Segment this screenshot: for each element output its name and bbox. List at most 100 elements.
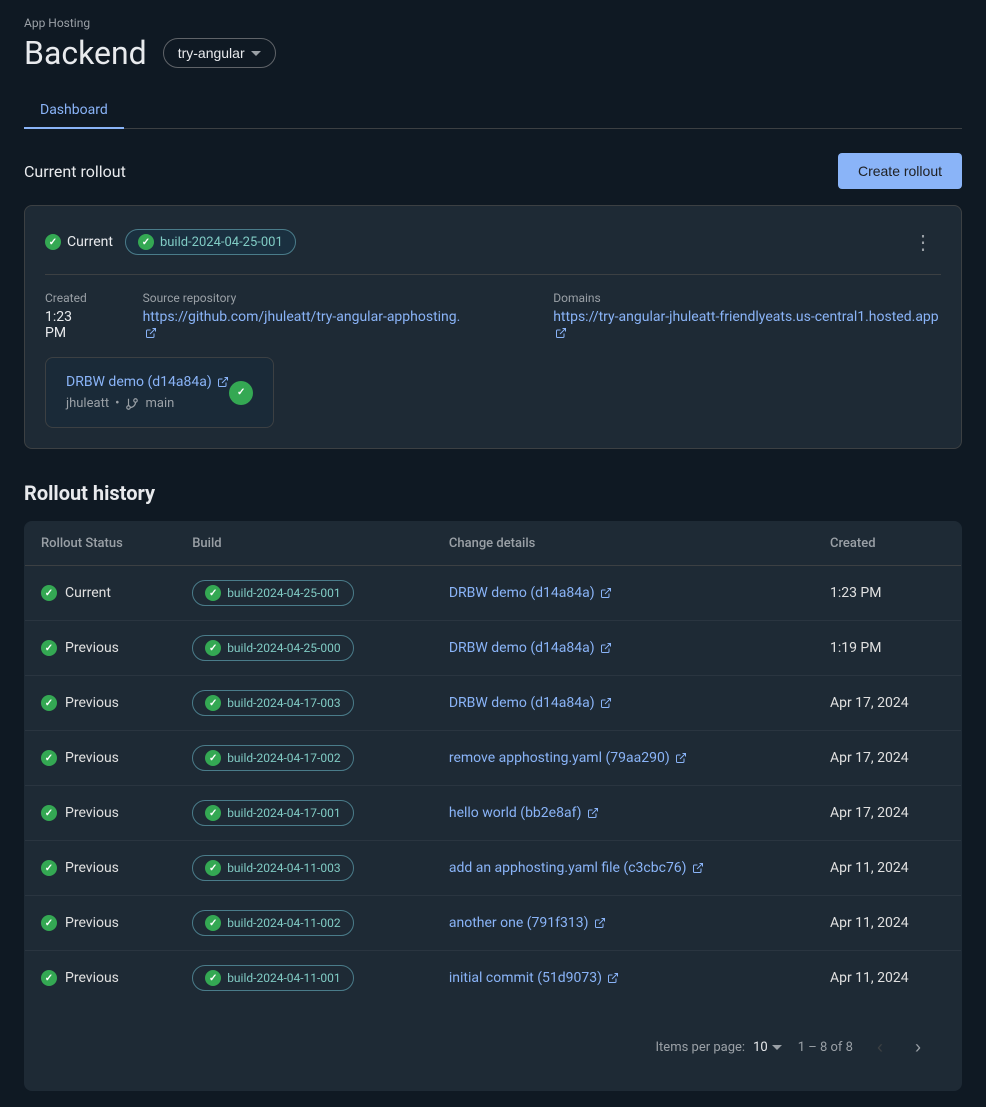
row-status-icon bbox=[41, 640, 57, 656]
commit-link[interactable]: DRBW demo (d14a84a) bbox=[66, 374, 212, 390]
row-build-id: build-2024-04-17-003 bbox=[227, 696, 340, 710]
table-row: Previous build-2024-04-17-002 remove app… bbox=[25, 731, 962, 786]
rollout-status-label: Current bbox=[67, 234, 113, 250]
row-build-pill[interactable]: build-2024-04-17-002 bbox=[192, 745, 353, 771]
row-status-cell: Previous bbox=[41, 640, 160, 656]
row-build-icon bbox=[205, 750, 221, 766]
row-build-pill[interactable]: build-2024-04-17-001 bbox=[192, 800, 353, 826]
row-change-link[interactable]: add an apphosting.yaml file (c3cbc76) bbox=[449, 860, 687, 876]
row-build-id: build-2024-04-25-000 bbox=[227, 641, 340, 655]
source-repo-link[interactable]: https://github.com/jhuleatt/try-angular-… bbox=[143, 309, 461, 325]
row-external-link-icon bbox=[675, 752, 687, 764]
row-status-icon bbox=[41, 915, 57, 931]
row-change-link[interactable]: remove apphosting.yaml (79aa290) bbox=[449, 750, 670, 766]
row-external-link-icon bbox=[600, 697, 612, 709]
col-header-created: Created bbox=[814, 522, 962, 566]
row-build-icon bbox=[205, 640, 221, 656]
row-change-link[interactable]: DRBW demo (d14a84a) bbox=[449, 585, 595, 601]
row-build-id: build-2024-04-11-003 bbox=[227, 861, 340, 875]
row-build-icon bbox=[205, 695, 221, 711]
row-status-cell: Previous bbox=[41, 915, 160, 931]
prev-page-button[interactable]: ‹ bbox=[869, 1033, 891, 1062]
branch-selector-value: try-angular bbox=[178, 45, 245, 61]
row-external-link-icon bbox=[600, 587, 612, 599]
table-row: Previous build-2024-04-17-003 DRBW demo … bbox=[25, 676, 962, 731]
row-build-pill[interactable]: build-2024-04-25-000 bbox=[192, 635, 353, 661]
row-build-pill[interactable]: build-2024-04-11-002 bbox=[192, 910, 353, 936]
row-status-icon bbox=[41, 750, 57, 766]
row-change-link[interactable]: another one (791f313) bbox=[449, 915, 589, 931]
row-external-link-icon bbox=[692, 862, 704, 874]
row-created: Apr 17, 2024 bbox=[814, 786, 962, 841]
row-status-cell: Previous bbox=[41, 695, 160, 711]
row-build-icon bbox=[205, 915, 221, 931]
rollout-history-section: Rollout history Rollout Status Build Cha… bbox=[24, 481, 962, 1091]
row-build-id: build-2024-04-17-001 bbox=[227, 806, 340, 820]
domain-external-link-icon bbox=[555, 327, 567, 339]
row-status-icon bbox=[41, 970, 57, 986]
build-check-icon bbox=[138, 234, 154, 250]
table-row: Current build-2024-04-25-001 DRBW demo (… bbox=[25, 566, 962, 621]
row-build-pill[interactable]: build-2024-04-25-001 bbox=[192, 580, 353, 606]
row-build-pill[interactable]: build-2024-04-11-001 bbox=[192, 965, 353, 991]
row-created: Apr 11, 2024 bbox=[814, 951, 962, 1006]
row-external-link-icon bbox=[607, 972, 619, 984]
row-created: Apr 11, 2024 bbox=[814, 841, 962, 896]
domain-link[interactable]: https://try-angular-jhuleatt-friendlyeat… bbox=[553, 309, 938, 325]
row-status-cell: Previous bbox=[41, 970, 160, 986]
row-build-id: build-2024-04-25-001 bbox=[227, 586, 340, 600]
branch-selector[interactable]: try-angular bbox=[163, 38, 276, 68]
source-repo-label: Source repository bbox=[143, 291, 466, 305]
row-status-label: Previous bbox=[65, 640, 119, 656]
row-change-link[interactable]: DRBW demo (d14a84a) bbox=[449, 640, 595, 656]
row-status-icon bbox=[41, 695, 57, 711]
row-external-link-icon bbox=[594, 917, 606, 929]
next-page-button[interactable]: › bbox=[907, 1033, 929, 1062]
created-value: 1:23 PM bbox=[45, 309, 95, 341]
created-label: Created bbox=[45, 291, 95, 305]
row-status-cell: Current bbox=[41, 585, 160, 601]
row-change-link[interactable]: hello world (bb2e8af) bbox=[449, 805, 582, 821]
table-row: Previous build-2024-04-17-001 hello worl… bbox=[25, 786, 962, 841]
row-created: Apr 17, 2024 bbox=[814, 731, 962, 786]
row-change-link[interactable]: DRBW demo (d14a84a) bbox=[449, 695, 595, 711]
row-created: Apr 11, 2024 bbox=[814, 896, 962, 951]
row-status-label: Previous bbox=[65, 860, 119, 876]
tab-dashboard[interactable]: Dashboard bbox=[24, 92, 124, 128]
items-per-page-select[interactable]: 10 bbox=[753, 1040, 782, 1055]
more-options-icon[interactable]: ⋮ bbox=[905, 226, 941, 258]
table-row: Previous build-2024-04-11-002 another on… bbox=[25, 896, 962, 951]
col-header-build: Build bbox=[176, 522, 433, 566]
row-status-icon bbox=[41, 860, 57, 876]
rollout-history-table: Rollout Status Build Change details Crea… bbox=[24, 521, 962, 1091]
row-status-cell: Previous bbox=[41, 750, 160, 766]
row-status-label: Current bbox=[65, 585, 111, 601]
row-created: 1:19 PM bbox=[814, 621, 962, 676]
commit-status-icon bbox=[229, 381, 253, 405]
row-status-label: Previous bbox=[65, 970, 119, 986]
row-build-pill[interactable]: build-2024-04-11-003 bbox=[192, 855, 353, 881]
row-build-id: build-2024-04-11-001 bbox=[227, 971, 340, 985]
branch-icon bbox=[125, 397, 139, 411]
col-header-change: Change details bbox=[433, 522, 814, 566]
row-build-pill[interactable]: build-2024-04-17-003 bbox=[192, 690, 353, 716]
row-status-cell: Previous bbox=[41, 805, 160, 821]
row-change-link[interactable]: initial commit (51d9073) bbox=[449, 970, 602, 986]
tabs-container: Dashboard bbox=[24, 92, 962, 129]
row-status-cell: Previous bbox=[41, 860, 160, 876]
row-build-icon bbox=[205, 805, 221, 821]
row-status-label: Previous bbox=[65, 695, 119, 711]
items-per-page-value: 10 bbox=[753, 1040, 768, 1055]
table-row: Previous build-2024-04-11-001 initial co… bbox=[25, 951, 962, 1006]
row-build-id: build-2024-04-11-002 bbox=[227, 916, 340, 930]
build-badge[interactable]: build-2024-04-25-001 bbox=[125, 229, 296, 255]
row-build-icon bbox=[205, 970, 221, 986]
commit-branch: main bbox=[145, 396, 174, 411]
commit-card: DRBW demo (d14a84a) jhuleatt • bbox=[45, 357, 274, 428]
current-rollout-title: Current rollout bbox=[24, 162, 126, 181]
row-external-link-icon bbox=[600, 642, 612, 654]
create-rollout-button[interactable]: Create rollout bbox=[838, 153, 962, 189]
chevron-down-icon bbox=[251, 51, 261, 56]
row-status-icon bbox=[41, 585, 57, 601]
build-id-label: build-2024-04-25-001 bbox=[160, 235, 283, 250]
